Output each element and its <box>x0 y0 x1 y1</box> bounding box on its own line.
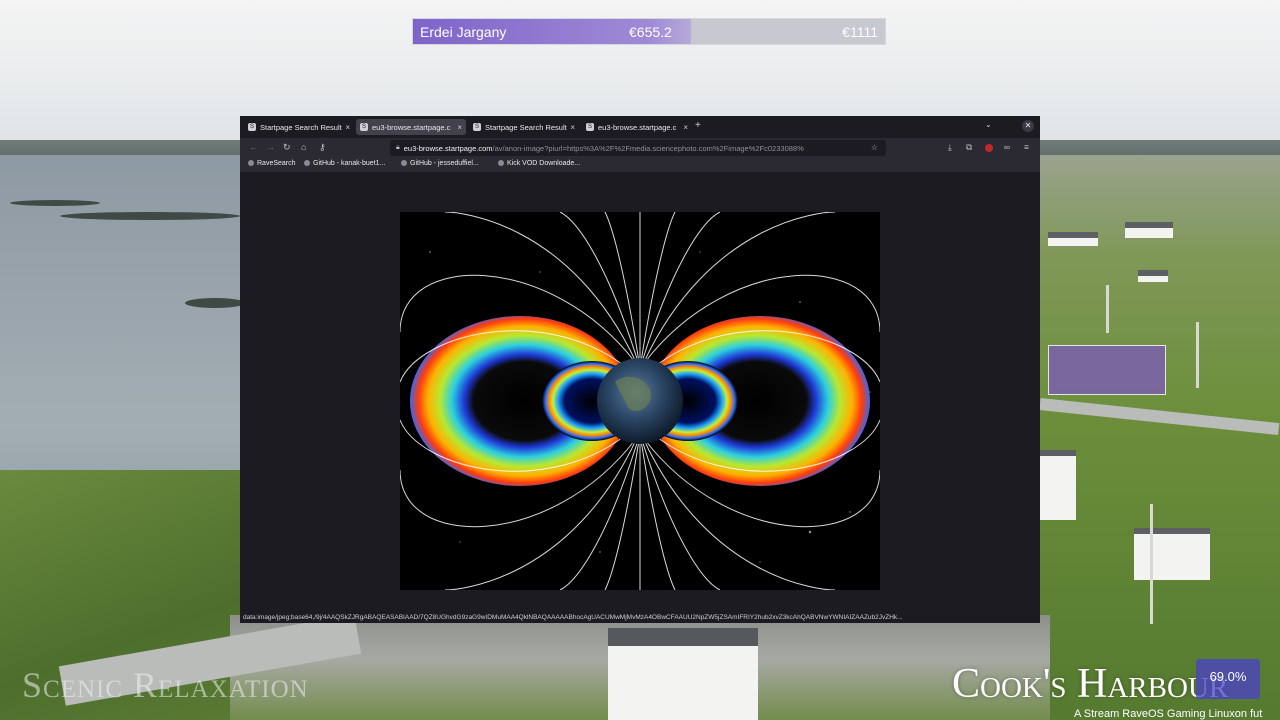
star-icon[interactable]: ☆ <box>871 143 878 152</box>
utility-pole <box>1196 322 1199 388</box>
download-icon[interactable]: ⤓ <box>948 142 952 153</box>
utility-pole <box>1106 285 1109 333</box>
close-icon[interactable]: × <box>457 123 462 132</box>
close-icon[interactable]: × <box>570 123 575 132</box>
islet <box>185 298 245 308</box>
browser-window: S Startpage Search Result × S eu3-browse… <box>240 116 1040 623</box>
bookmark-github-jesse[interactable]: GitHub - jesseduffiel... <box>401 160 479 167</box>
tab-label: Startpage Search Result <box>485 122 567 132</box>
islet <box>60 212 240 220</box>
hamburger-menu-icon[interactable]: ≡ <box>1024 142 1029 152</box>
bookmark-label: Kick VOD Downloade... <box>507 160 581 167</box>
house <box>1134 528 1210 580</box>
url-host: eu3-browse.startpage.com <box>403 143 493 153</box>
house <box>1125 222 1173 238</box>
navigation-toolbar: ← → ↻ ⌂ ⚷ 🔒︎ eu3-browse.startpage.com /a… <box>240 138 1040 158</box>
location-title: Cook's Harbour <box>952 661 1229 707</box>
islet <box>10 200 100 206</box>
flower-garden <box>1048 345 1166 395</box>
tab-strip: S Startpage Search Result × S eu3-browse… <box>240 116 1040 136</box>
lock-icon: 🔒︎ <box>396 144 400 151</box>
tab-image-1[interactable]: S eu3-browse.startpage.c × <box>356 119 466 135</box>
github-icon <box>304 160 310 166</box>
puzzle-icon[interactable]: ⧉ <box>966 142 972 153</box>
tab-label: eu3-browse.startpage.c <box>372 122 451 132</box>
donation-goal-amount: €1111 <box>842 24 878 40</box>
tab-startpage-2[interactable]: S Startpage Search Result × <box>469 119 579 135</box>
github-icon <box>401 160 407 166</box>
back-arrow-icon[interactable]: ← <box>249 142 258 152</box>
donor-name: Erdei Jargany <box>420 24 507 40</box>
bookmark-label: RaveSearch <box>257 160 296 167</box>
startpage-icon: S <box>248 123 256 131</box>
bookmark-github-kanak[interactable]: GitHub - kanak-buet1... <box>304 160 385 167</box>
key-icon[interactable]: ⚷ <box>319 142 326 153</box>
page-content <box>240 172 1040 612</box>
house <box>1138 270 1168 282</box>
sync-icon[interactable]: ∞ <box>1004 142 1010 152</box>
tab-startpage-1[interactable]: S Startpage Search Result × <box>244 119 354 135</box>
tab-label: eu3-browse.startpage.c <box>598 122 677 132</box>
stream-subtitle: A Stream RaveOS Gaming Linuxon fut <box>1074 708 1263 720</box>
startpage-icon: S <box>473 123 481 131</box>
donation-current-amount: €655.2 <box>629 24 672 40</box>
bookmark-kick-vod[interactable]: Kick VOD Downloade... <box>498 160 580 167</box>
bookmark-label: GitHub - jesseduffiel... <box>410 160 479 167</box>
tab-image-2[interactable]: S eu3-browse.startpage.c × <box>582 119 692 135</box>
house <box>608 628 758 720</box>
address-bar[interactable]: 🔒︎ eu3-browse.startpage.com /av/anon-ima… <box>390 140 886 156</box>
bookmark-label: GitHub - kanak-buet1... <box>313 160 386 167</box>
kick-icon <box>498 160 504 166</box>
donation-goal-bar: Erdei Jargany €655.2 €1111 <box>412 18 886 45</box>
progress-badge: 69.0% <box>1196 659 1260 699</box>
extension-record-icon[interactable] <box>985 144 993 152</box>
forward-arrow-icon[interactable]: → <box>266 142 275 152</box>
status-bar-url: data:image/jpeg;base64,/9j/4AAQSkZJRgABA… <box>240 612 1040 623</box>
home-icon[interactable]: ⌂ <box>301 142 306 152</box>
bookmark-ravesearch[interactable]: RaveSearch <box>248 160 296 167</box>
url-path: /av/anon-image?piurl=https%3A%2F%2Fmedia… <box>492 143 804 153</box>
startpage-icon: S <box>360 123 368 131</box>
scenic-relaxation-title: Scenic Relaxation <box>22 665 309 705</box>
plus-icon[interactable]: + <box>695 120 701 131</box>
close-icon[interactable]: × <box>683 123 688 132</box>
bookmark-icon <box>248 160 254 166</box>
utility-pole <box>1150 504 1153 624</box>
house <box>1040 450 1076 520</box>
startpage-icon: S <box>586 123 594 131</box>
chevron-down-icon[interactable]: ⌄ <box>985 120 992 129</box>
bookmarks-toolbar: RaveSearch GitHub - kanak-buet1... GitHu… <box>240 158 1040 172</box>
tab-label: Startpage Search Result <box>260 122 342 132</box>
reload-icon[interactable]: ↻ <box>283 142 291 153</box>
window-close-icon[interactable]: ✕ <box>1022 120 1034 132</box>
radiation-belts-image[interactable] <box>400 212 880 590</box>
close-icon[interactable]: × <box>345 123 350 132</box>
house <box>1048 232 1098 246</box>
radiation-belts-illustration <box>400 212 880 590</box>
